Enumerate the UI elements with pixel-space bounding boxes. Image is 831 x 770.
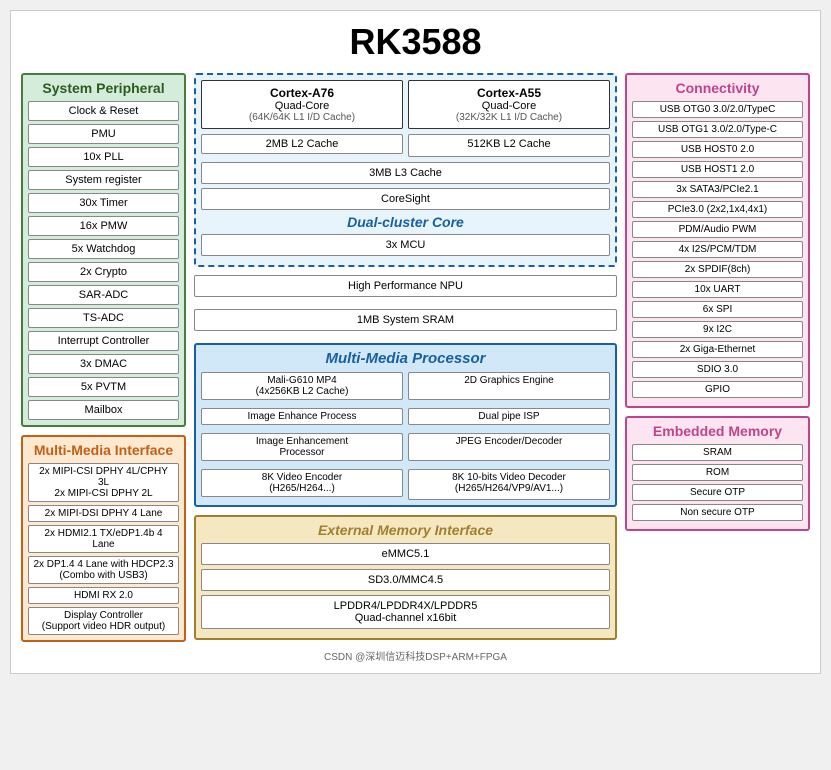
core-a76-name: Cortex-A76 — [205, 86, 399, 100]
list-item: PCIe3.0 (2x2,1x4,4x1) — [632, 201, 803, 218]
mp-grid: Mali-G610 MP4(4x256KB L2 Cache) 2D Graph… — [201, 372, 610, 500]
ext-mem-title: External Memory Interface — [201, 522, 610, 538]
list-item: USB HOST0 2.0 — [632, 141, 803, 158]
embedded-mem-section: Embedded Memory SRAM ROM Secure OTP Non … — [625, 416, 810, 531]
cpu-row: Cortex-A76 Quad-Core (64K/64K L1 I/D Cac… — [201, 80, 610, 129]
list-item: 3x SATA3/PCIe2.1 — [632, 181, 803, 198]
emmc-box: eMMC5.1 — [201, 543, 610, 565]
dual-cluster-title: Dual-cluster Core — [201, 214, 610, 230]
sys-peripheral-title: System Peripheral — [28, 80, 179, 96]
mm-processor-section: Multi-Media Processor Mali-G610 MP4(4x25… — [194, 343, 617, 507]
embedded-mem-title: Embedded Memory — [632, 423, 803, 439]
footer-text: CSDN @深圳信迈科技DSP+ARM+FPGA — [21, 648, 810, 663]
l3-cache: 3MB L3 Cache — [201, 162, 610, 184]
connectivity-title: Connectivity — [632, 80, 803, 96]
list-item: 6x SPI — [632, 301, 803, 318]
core-a55-sub1: Quad-Core — [412, 100, 606, 112]
mcu: 3x MCU — [201, 234, 610, 256]
mm-interface-section: Multi-Media Interface 2x MIPI-CSI DPHY 4… — [21, 435, 186, 642]
dual-cluster-section: Cortex-A76 Quad-Core (64K/64K L1 I/D Cac… — [194, 73, 617, 267]
list-item: SAR-ADC — [28, 285, 179, 305]
cortex-a55-box: Cortex-A55 Quad-Core (32K/32K L1 I/D Cac… — [408, 80, 610, 129]
l2-cache-row: 2MB L2 Cache 512KB L2 Cache — [201, 134, 610, 157]
page-title: RK3588 — [21, 21, 810, 63]
graphics-2d-box: 2D Graphics Engine — [408, 372, 610, 400]
image-enhancement-box: Image EnhancementProcessor — [201, 433, 403, 461]
l2-cache-a76: 2MB L2 Cache — [201, 134, 403, 154]
sram-box: 1MB System SRAM — [194, 309, 617, 331]
sys-peripheral-section: System Peripheral Clock & Reset PMU 10x … — [21, 73, 186, 427]
image-enhance-box: Image Enhance Process — [201, 408, 403, 425]
list-item: PMU — [28, 124, 179, 144]
list-item: 2x HDMI2.1 TX/eDP1.4b 4 Lane — [28, 525, 179, 553]
main-page: RK3588 System Peripheral Clock & Reset P… — [10, 10, 821, 674]
core-a55-name: Cortex-A55 — [412, 86, 606, 100]
list-item: 10x UART — [632, 281, 803, 298]
list-item: USB HOST1 2.0 — [632, 161, 803, 178]
core-a76-sub1: Quad-Core — [205, 100, 399, 112]
embedded-items: SRAM ROM Secure OTP Non secure OTP — [632, 444, 803, 521]
connectivity-items: USB OTG0 3.0/2.0/TypeC USB OTG1 3.0/2.0/… — [632, 101, 803, 398]
list-item: USB OTG0 3.0/2.0/TypeC — [632, 101, 803, 118]
video-decoder-box: 8K 10-bits Video Decoder(H265/H264/VP9/A… — [408, 469, 610, 500]
video-encoder-box: 8K Video Encoder(H265/H264...) — [201, 469, 403, 497]
list-item: 9x I2C — [632, 321, 803, 338]
left-column: System Peripheral Clock & Reset PMU 10x … — [21, 73, 186, 642]
list-item: SDIO 3.0 — [632, 361, 803, 378]
list-item: System register — [28, 170, 179, 190]
list-item: HDMI RX 2.0 — [28, 587, 179, 604]
list-item: 10x PLL — [28, 147, 179, 167]
list-item: Interrupt Controller — [28, 331, 179, 351]
list-item: 3x DMAC — [28, 354, 179, 374]
cortex-a76-box: Cortex-A76 Quad-Core (64K/64K L1 I/D Cac… — [201, 80, 403, 129]
list-item: 2x SPDIF(8ch) — [632, 261, 803, 278]
mm-interface-title: Multi-Media Interface — [28, 442, 179, 458]
list-item: 30x Timer — [28, 193, 179, 213]
list-item: 5x Watchdog — [28, 239, 179, 259]
list-item: 2x DP1.4 4 Lane with HDCP2.3(Combo with … — [28, 556, 179, 584]
dual-pipe-isp-box: Dual pipe ISP — [408, 408, 610, 425]
list-item: 5x PVTM — [28, 377, 179, 397]
list-item: TS-ADC — [28, 308, 179, 328]
list-item: Secure OTP — [632, 484, 803, 501]
list-item: 2x MIPI-CSI DPHY 4L/CPHY 3L2x MIPI-CSI D… — [28, 463, 179, 502]
list-item: 2x MIPI-DSI DPHY 4 Lane — [28, 505, 179, 522]
jpeg-box: JPEG Encoder/Decoder — [408, 433, 610, 461]
list-item: PDM/Audio PWM — [632, 221, 803, 238]
core-a76-sub2: (64K/64K L1 I/D Cache) — [205, 112, 399, 123]
list-item: ROM — [632, 464, 803, 481]
core-a55-sub2: (32K/32K L1 I/D Cache) — [412, 112, 606, 123]
list-item: 16x PMW — [28, 216, 179, 236]
l2-cache-a55: 512KB L2 Cache — [408, 134, 610, 157]
list-item: Display Controller(Support video HDR out… — [28, 607, 179, 635]
sd-box: SD3.0/MMC4.5 — [201, 569, 610, 591]
middle-column: Cortex-A76 Quad-Core (64K/64K L1 I/D Cac… — [194, 73, 617, 642]
connectivity-section: Connectivity USB OTG0 3.0/2.0/TypeC USB … — [625, 73, 810, 408]
lpddr-box: LPDDR4/LPDDR4X/LPDDR5Quad-channel x16bit — [201, 595, 610, 629]
layout-grid: System Peripheral Clock & Reset PMU 10x … — [21, 73, 810, 642]
list-item: 2x Crypto — [28, 262, 179, 282]
list-item: Clock & Reset — [28, 101, 179, 121]
list-item: GPIO — [632, 381, 803, 398]
right-column: Connectivity USB OTG0 3.0/2.0/TypeC USB … — [625, 73, 810, 642]
mm-processor-title: Multi-Media Processor — [201, 350, 610, 367]
list-item: 4x I2S/PCM/TDM — [632, 241, 803, 258]
list-item: USB OTG1 3.0/2.0/Type-C — [632, 121, 803, 138]
list-item: SRAM — [632, 444, 803, 461]
ext-mem-section: External Memory Interface eMMC5.1 SD3.0/… — [194, 515, 617, 640]
list-item: 2x Giga-Ethernet — [632, 341, 803, 358]
npu-box: High Performance NPU — [194, 275, 617, 297]
list-item: Mailbox — [28, 400, 179, 420]
gpu-box: Mali-G610 MP4(4x256KB L2 Cache) — [201, 372, 403, 400]
list-item: Non secure OTP — [632, 504, 803, 521]
coresight: CoreSight — [201, 188, 610, 210]
